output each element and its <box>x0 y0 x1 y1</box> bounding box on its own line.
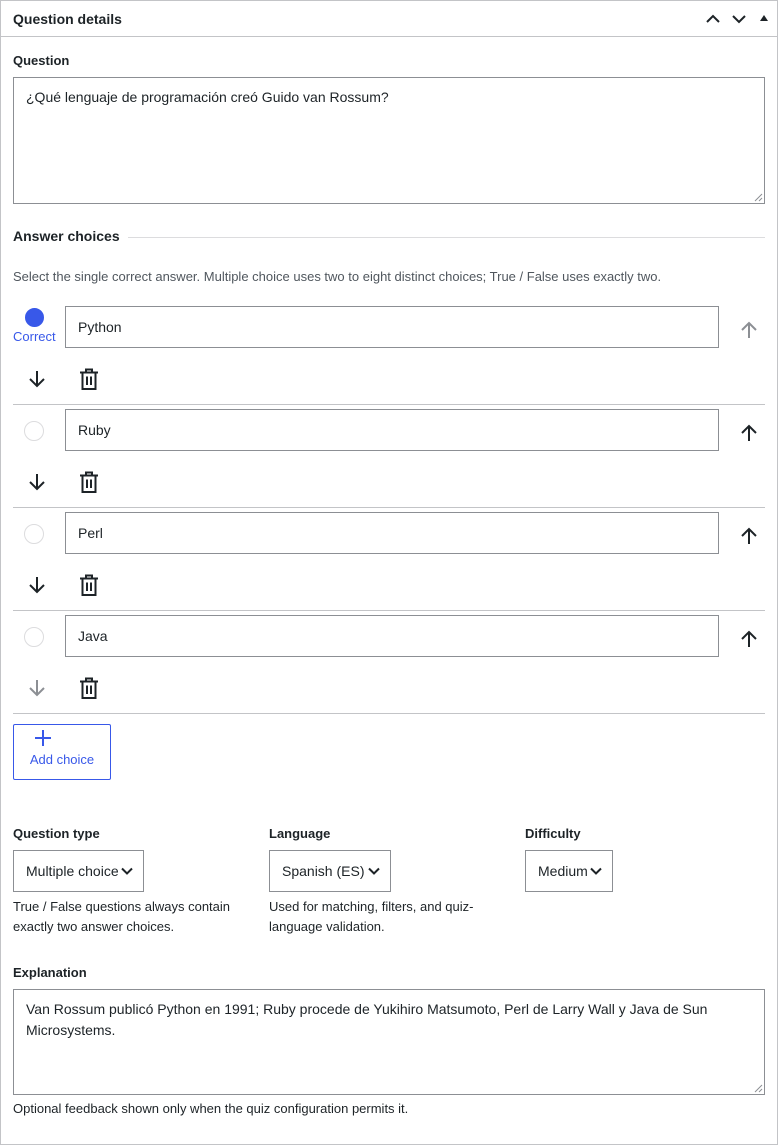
question-textarea[interactable]: ¿Qué lenguaje de programación creó Guido… <box>13 77 765 204</box>
chevron-up-icon <box>706 14 720 23</box>
question-details-panel: Question details Question ¿Qué lenguaje … <box>0 0 778 1145</box>
move-choice-up-button[interactable] <box>737 627 761 651</box>
question-type-help: True / False questions always contain ex… <box>13 899 231 934</box>
move-down-button[interactable] <box>729 9 749 29</box>
section-divider <box>128 237 765 238</box>
answer-choices-help: Select the single correct answer. Multip… <box>13 269 662 284</box>
choice-row: Perl <box>13 508 765 611</box>
explanation-textarea[interactable]: Van Rossum publicó Python en 1991; Ruby … <box>13 989 765 1095</box>
trash-icon <box>80 677 98 699</box>
choice-input[interactable]: Python <box>65 306 719 348</box>
choice-text: Perl <box>78 525 103 541</box>
move-choice-down-button[interactable] <box>25 367 49 391</box>
difficulty-label: Difficulty <box>525 826 581 841</box>
arrow-up-icon <box>741 424 757 441</box>
language-label: Language <box>269 826 331 841</box>
choice-divider <box>13 713 765 714</box>
collapse-toggle-button[interactable] <box>757 9 771 29</box>
arrow-up-icon <box>741 630 757 647</box>
resize-handle-icon[interactable] <box>754 193 763 202</box>
choice-text: Python <box>78 319 122 335</box>
answer-choices-heading: Answer choices <box>13 228 120 244</box>
question-label: Question <box>13 53 70 68</box>
resize-handle-icon[interactable] <box>754 1084 763 1093</box>
explanation-text: Van Rossum publicó Python en 1991; Ruby … <box>26 1001 708 1038</box>
chevron-down-icon <box>121 867 133 875</box>
arrow-down-icon <box>29 680 45 697</box>
question-type-select[interactable]: Multiple choice <box>13 850 144 892</box>
arrow-down-icon <box>29 371 45 388</box>
choice-input[interactable]: Ruby <box>65 409 719 451</box>
choice-text: Ruby <box>78 422 111 438</box>
delete-choice-button[interactable] <box>77 573 101 597</box>
delete-choice-button[interactable] <box>77 676 101 700</box>
correct-label: Correct <box>13 329 56 344</box>
chevron-down-icon <box>368 867 380 875</box>
panel-title: Question details <box>13 11 122 27</box>
question-text: ¿Qué lenguaje de programación creó Guido… <box>26 89 389 105</box>
add-choice-button[interactable]: Add choice <box>13 724 111 780</box>
choice-text: Java <box>78 628 108 644</box>
correct-radio[interactable] <box>24 524 44 544</box>
triangle-up-icon <box>760 15 768 21</box>
correct-radio[interactable] <box>25 308 44 327</box>
explanation-label: Explanation <box>13 965 87 980</box>
choice-row: Java <box>13 611 765 714</box>
choice-input[interactable]: Java <box>65 615 719 657</box>
trash-icon <box>80 368 98 390</box>
choice-row: Ruby <box>13 405 765 508</box>
move-choice-down-button[interactable] <box>25 470 49 494</box>
arrow-up-icon <box>741 321 757 338</box>
panel-header: Question details <box>1 1 777 37</box>
question-type-label: Question type <box>13 826 100 841</box>
chevron-down-icon <box>732 15 746 24</box>
move-choice-up-button[interactable] <box>737 421 761 445</box>
arrow-down-icon <box>29 474 45 491</box>
explanation-help: Optional feedback shown only when the qu… <box>13 1101 409 1116</box>
language-select[interactable]: Spanish (ES) <box>269 850 391 892</box>
choice-row: Correct Python <box>13 302 765 405</box>
move-choice-up-button[interactable] <box>737 318 761 342</box>
move-choice-down-button[interactable] <box>25 676 49 700</box>
language-help: Used for matching, filters, and quiz-lan… <box>269 899 474 934</box>
difficulty-value: Medium <box>538 863 588 879</box>
question-type-value: Multiple choice <box>26 863 119 879</box>
move-up-button[interactable] <box>703 9 723 29</box>
arrow-up-icon <box>741 527 757 544</box>
correct-radio[interactable] <box>24 627 44 647</box>
language-value: Spanish (ES) <box>282 863 365 879</box>
correct-radio[interactable] <box>24 421 44 441</box>
delete-choice-button[interactable] <box>77 470 101 494</box>
trash-icon <box>80 471 98 493</box>
arrow-down-icon <box>29 577 45 594</box>
add-choice-label: Add choice <box>29 752 95 767</box>
move-choice-up-button[interactable] <box>737 524 761 548</box>
choice-input[interactable]: Perl <box>65 512 719 554</box>
difficulty-select[interactable]: Medium <box>525 850 613 892</box>
chevron-down-icon <box>590 867 602 875</box>
delete-choice-button[interactable] <box>77 367 101 391</box>
trash-icon <box>80 574 98 596</box>
move-choice-down-button[interactable] <box>25 573 49 597</box>
plus-icon <box>35 730 51 746</box>
